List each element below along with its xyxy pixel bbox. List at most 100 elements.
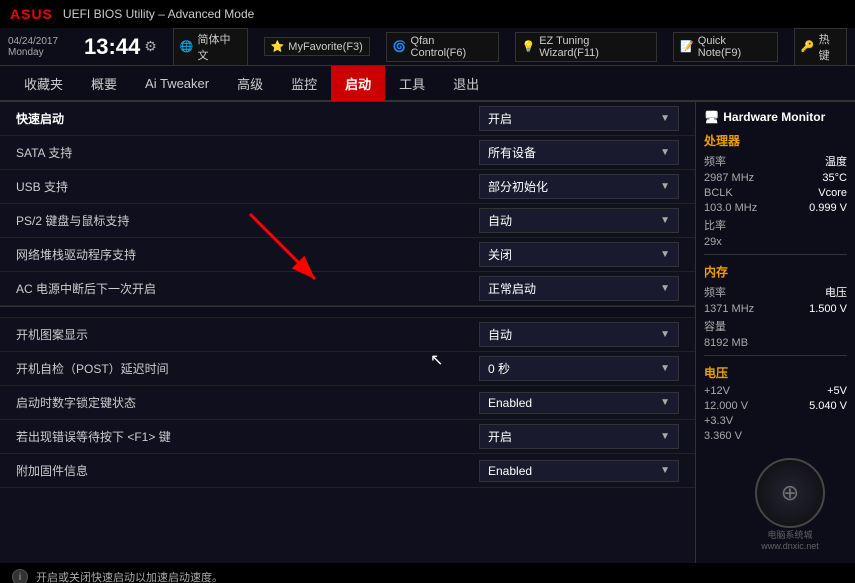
setting-value-3[interactable]: 自动 ▼: [479, 208, 679, 233]
setting-row-10: 若出现错误等待按下 <F1> 键 开启 ▼: [0, 420, 695, 454]
title-text: UEFI BIOS Utility – Advanced Mode: [63, 7, 254, 21]
bclk-value: 103.0 MHz: [704, 202, 757, 214]
cpu-temp-value: 35°C: [822, 172, 847, 184]
volt-12v-5v-labels: +12V +5V: [704, 385, 847, 397]
sidebar-title-text: Hardware Monitor: [723, 110, 825, 124]
dropdown-arrow-10: ▼: [660, 431, 670, 442]
setting-value-5[interactable]: 正常启动 ▼: [479, 276, 679, 301]
eztuning-button[interactable]: 💡 EZ Tuning Wizard(F11): [515, 32, 658, 62]
favorite-icon: ⭐: [271, 40, 285, 53]
setting-row-7: 开机图案显示 自动 ▼: [0, 318, 695, 352]
nav-item-gongju[interactable]: 工具: [385, 66, 439, 101]
nav-item-jiankon[interactable]: 监控: [277, 66, 331, 101]
cpu-bclk-vcore-values: 103.0 MHz 0.999 V: [704, 202, 847, 214]
setting-value-text-10: 开启: [488, 428, 512, 445]
setting-label-7: 开机图案显示: [16, 326, 479, 343]
content-area: 快速启动 开启 ▼ SATA 支持 所有设备 ▼ USB 支持: [0, 102, 695, 563]
setting-value-text-9: Enabled: [488, 396, 532, 410]
setting-value-8[interactable]: 0 秒 ▼: [479, 356, 679, 381]
status-text: 开启或关闭快速启动以加速启动速度。: [36, 569, 223, 583]
ram-freq-volt-values: 1371 MHz 1.500 V: [704, 303, 847, 315]
ram-freq-label: 频率: [704, 284, 726, 300]
nav-item-gaoji[interactable]: 高级: [223, 66, 277, 101]
cpu-section-label: 处理器: [704, 132, 847, 149]
dropdown-arrow-2: ▼: [660, 181, 670, 192]
qfan-button[interactable]: 🌀 Qfan Control(F6): [386, 32, 499, 62]
dropdown-arrow-5: ▼: [660, 283, 670, 294]
setting-label-8: 开机自检（POST）延迟时间: [16, 360, 479, 377]
setting-value-2[interactable]: 部分初始化 ▼: [479, 174, 679, 199]
ram-freq-volt-labels: 频率 电压: [704, 284, 847, 300]
setting-row-5: AC 电源中断后下一次开启 正常启动 ▼: [0, 272, 695, 306]
setting-label-10: 若出现错误等待按下 <F1> 键: [16, 428, 479, 445]
favorite-label: MyFavorite(F3): [288, 41, 363, 53]
myfavorite-button[interactable]: ⭐ MyFavorite(F3): [264, 37, 370, 56]
ratio-value: 29x: [704, 236, 722, 248]
nav-item-aitweaker[interactable]: Ai Tweaker: [131, 68, 223, 99]
language-button[interactable]: 🌐 简体中文: [173, 28, 248, 66]
capacity-label: 容量: [704, 318, 726, 334]
setting-value-text-8: 0 秒: [488, 360, 510, 377]
setting-label-3: PS/2 键盘与鼠标支持: [16, 212, 479, 229]
setting-row-1: SATA 支持 所有设备 ▼: [0, 136, 695, 170]
ram-volt-value: 1.500 V: [809, 303, 847, 315]
setting-label-2: USB 支持: [16, 178, 479, 195]
ram-capacity-label-row: 容量: [704, 318, 847, 334]
setting-value-4[interactable]: 关闭 ▼: [479, 242, 679, 267]
setting-value-text-7: 自动: [488, 326, 512, 343]
setting-value-7[interactable]: 自动 ▼: [479, 322, 679, 347]
sidebar-divider-2: [704, 355, 847, 356]
nav-item-qidong[interactable]: 启动: [331, 66, 385, 101]
v12-label: +12V: [704, 385, 730, 397]
setting-value-text-11: Enabled: [488, 464, 532, 478]
eztuning-icon: 💡: [522, 40, 536, 53]
capacity-value: 8192 MB: [704, 337, 748, 349]
cpu-freq-temp-values: 2987 MHz 35°C: [704, 172, 847, 184]
language-label: 简体中文: [198, 31, 241, 63]
dropdown-arrow-0: ▼: [660, 113, 670, 124]
setting-value-1[interactable]: 所有设备 ▼: [479, 140, 679, 165]
sidebar-title: 🖥 Hardware Monitor: [704, 110, 847, 124]
nav-item-gaiyao[interactable]: 概要: [77, 66, 131, 101]
setting-row-0: 快速启动 开启 ▼: [0, 102, 695, 136]
language-icon: 🌐: [180, 40, 194, 53]
setting-row-3: PS/2 键盘与鼠标支持 自动 ▼: [0, 204, 695, 238]
setting-value-0[interactable]: 开启 ▼: [479, 106, 679, 131]
section-divider: [0, 306, 695, 318]
cpu-freq-value: 2987 MHz: [704, 172, 754, 184]
dropdown-arrow-8: ▼: [660, 363, 670, 374]
time-display: 13:44: [84, 36, 140, 58]
nav-item-shoucang[interactable]: 收藏夹: [10, 66, 77, 101]
v5-label: +5V: [827, 385, 847, 397]
cpu-ratio-label-row: 比率: [704, 217, 847, 233]
hotkey-button[interactable]: 🔑 热键: [794, 28, 847, 66]
dropdown-arrow-7: ▼: [660, 329, 670, 340]
setting-label-9: 启动时数字锁定键状态: [16, 394, 479, 411]
vcore-label: Vcore: [818, 187, 847, 199]
setting-value-text-5: 正常启动: [488, 280, 536, 297]
setting-value-10[interactable]: 开启 ▼: [479, 424, 679, 449]
ram-section-label: 内存: [704, 263, 847, 280]
cpu-freq-label: 频率: [704, 153, 726, 169]
quicknote-icon: 📝: [680, 40, 694, 53]
status-bar: i 开启或关闭快速启动以加速启动速度。: [0, 563, 855, 583]
volt-33v-value-row: 3.360 V: [704, 430, 847, 442]
setting-value-text-0: 开启: [488, 110, 512, 127]
nav-item-tuichu[interactable]: 退出: [439, 66, 493, 101]
title-bar: ASUS UEFI BIOS Utility – Advanced Mode: [0, 0, 855, 28]
cpu-ratio-value-row: 29x: [704, 236, 847, 248]
setting-value-11[interactable]: Enabled ▼: [479, 460, 679, 482]
v5-value: 5.040 V: [809, 400, 847, 412]
hardware-monitor-sidebar: 🖥 Hardware Monitor 处理器 频率 温度 2987 MHz 35…: [695, 102, 855, 563]
setting-value-text-2: 部分初始化: [488, 178, 548, 195]
vcore-value: 0.999 V: [809, 202, 847, 214]
dropdown-arrow-1: ▼: [660, 147, 670, 158]
setting-value-9[interactable]: Enabled ▼: [479, 392, 679, 414]
setting-row-9: 启动时数字锁定键状态 Enabled ▼: [0, 386, 695, 420]
gear-icon[interactable]: ⚙: [144, 38, 157, 55]
quicknote-button[interactable]: 📝 Quick Note(F9): [673, 32, 778, 62]
settings-table: 快速启动 开启 ▼ SATA 支持 所有设备 ▼ USB 支持: [0, 102, 695, 488]
day-display: Monday: [8, 47, 68, 58]
info-icon: i: [12, 569, 28, 583]
voltage-section-label: 电压: [704, 364, 847, 381]
